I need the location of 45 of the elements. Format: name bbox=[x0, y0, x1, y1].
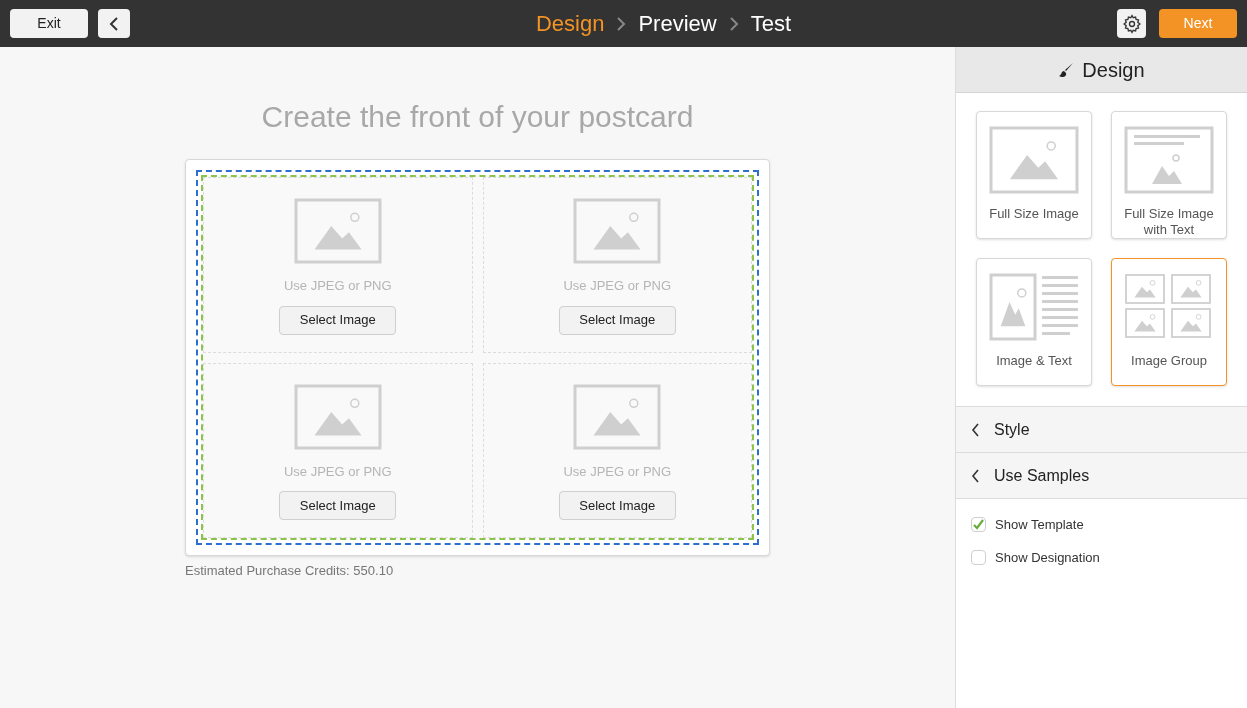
image-placeholder-icon bbox=[573, 198, 662, 264]
section-title: Style bbox=[994, 419, 1030, 440]
checkbox-label: Show Template bbox=[995, 516, 1084, 534]
chevron-right-icon bbox=[616, 15, 627, 32]
layout-option[interactable]: Image & Text bbox=[976, 258, 1092, 386]
step-tab[interactable]: Preview bbox=[638, 7, 717, 40]
image-and-text-icon bbox=[989, 273, 1079, 341]
credits-text: Estimated Purchase Credits: 550.10 bbox=[185, 562, 395, 580]
checkbox-label: Show Designation bbox=[995, 548, 1100, 567]
image-placeholder-icon bbox=[293, 383, 382, 450]
settings-icon bbox=[1121, 13, 1142, 34]
chevron-right-icon bbox=[728, 15, 739, 32]
settings-button[interactable] bbox=[1117, 9, 1146, 38]
layout-option[interactable]: Image Group bbox=[1111, 258, 1227, 386]
image-placeholder-icon bbox=[573, 383, 662, 450]
section-header[interactable]: Style bbox=[956, 407, 1247, 453]
exit-button[interactable]: Exit bbox=[10, 9, 88, 38]
image-grid-icon bbox=[1124, 273, 1214, 341]
chevron-left-icon bbox=[109, 15, 119, 32]
section-title: Use Samples bbox=[994, 465, 1090, 486]
panel-title: Design bbox=[1082, 57, 1145, 83]
image-with-text-icon bbox=[1124, 126, 1214, 194]
select-image-button[interactable]: Select Image bbox=[279, 305, 397, 335]
image-placeholder-icon bbox=[989, 126, 1079, 194]
step-tab[interactable]: Design bbox=[535, 7, 605, 40]
format-hint: Use JPEG or PNG bbox=[563, 277, 672, 295]
format-hint: Use JPEG or PNG bbox=[283, 277, 392, 295]
back-button[interactable] bbox=[98, 9, 130, 38]
chevron-left-icon bbox=[971, 422, 980, 437]
page-heading: Create the front of your postcard bbox=[261, 99, 694, 135]
select-image-button[interactable]: Select Image bbox=[279, 491, 397, 520]
layout-option[interactable]: Full Size Image with Text bbox=[1111, 111, 1227, 239]
select-image-button[interactable]: Select Image bbox=[558, 305, 676, 335]
select-image-button[interactable]: Select Image bbox=[558, 491, 676, 520]
checkbox[interactable] bbox=[971, 549, 986, 565]
image-placeholder-icon bbox=[293, 198, 382, 264]
layout-option[interactable]: Full Size Image bbox=[976, 111, 1092, 239]
format-hint: Use JPEG or PNG bbox=[283, 462, 392, 481]
step-tab[interactable]: Test bbox=[750, 7, 792, 40]
paintbrush-icon bbox=[1058, 61, 1075, 78]
chevron-left-icon bbox=[971, 468, 980, 483]
format-hint: Use JPEG or PNG bbox=[563, 462, 672, 481]
checkmark-icon bbox=[972, 518, 985, 532]
section-header[interactable]: Use Samples bbox=[956, 453, 1247, 499]
checkbox[interactable] bbox=[971, 517, 986, 533]
